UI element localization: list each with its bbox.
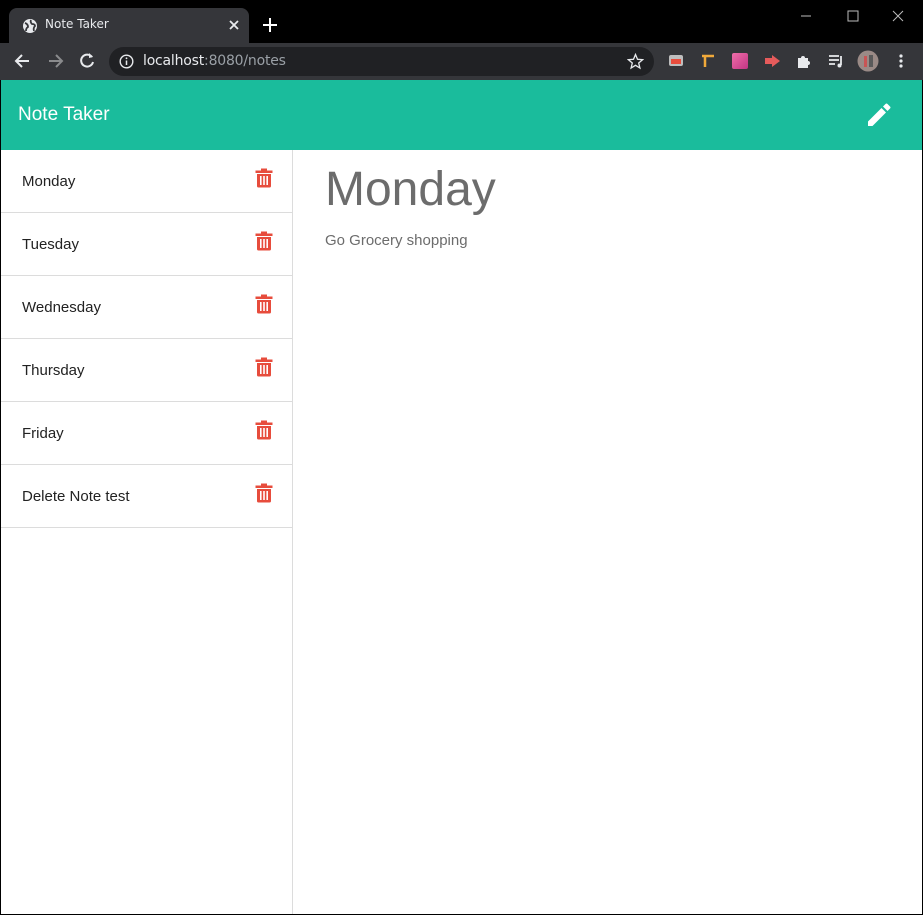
extension-play-icon[interactable]	[763, 52, 781, 70]
note-list-label: Monday	[22, 173, 76, 190]
note-editor: Monday Go Grocery shopping	[294, 150, 922, 914]
note-list-label: Tuesday	[22, 236, 79, 253]
pencil-icon[interactable]	[865, 101, 893, 129]
note-list-label: Thursday	[22, 362, 85, 379]
extension-tag-icon[interactable]	[699, 52, 717, 70]
note-title[interactable]: Monday	[325, 162, 496, 217]
profile-avatar-icon[interactable]	[857, 50, 879, 72]
trash-icon[interactable]	[255, 357, 273, 377]
bookmark-star-icon[interactable]	[627, 53, 644, 70]
minimize-icon[interactable]	[796, 6, 816, 26]
maximize-icon[interactable]	[843, 6, 863, 26]
reload-icon[interactable]	[77, 51, 97, 71]
window-close-icon[interactable]	[888, 6, 908, 26]
media-queue-icon[interactable]	[827, 52, 845, 70]
close-icon[interactable]	[227, 18, 241, 32]
browser-toolbar: localhost:8080/notes	[0, 43, 923, 80]
note-list-label: Delete Note test	[22, 488, 130, 505]
kebab-menu-icon[interactable]	[892, 52, 910, 70]
globe-icon	[23, 19, 37, 33]
note-list-label: Friday	[22, 425, 64, 442]
trash-icon[interactable]	[255, 483, 273, 503]
forward-icon[interactable]	[45, 51, 65, 71]
trash-icon[interactable]	[255, 420, 273, 440]
app-title[interactable]: Note Taker	[18, 104, 110, 126]
list-item[interactable]: Wednesday	[1, 276, 292, 339]
browser-tab[interactable]: Note Taker	[9, 8, 249, 43]
address-bar[interactable]: localhost:8080/notes	[109, 47, 654, 76]
browser-titlebar: Note Taker	[0, 0, 923, 43]
list-item[interactable]: Tuesday	[1, 213, 292, 276]
note-list-label: Wednesday	[22, 299, 101, 316]
extension-gradient-icon[interactable]	[731, 52, 749, 70]
app-window: Note Taker Monday Tuesday Wednesday Thursda…	[1, 80, 922, 914]
puzzle-icon[interactable]	[795, 52, 813, 70]
list-item[interactable]: Friday	[1, 402, 292, 465]
info-icon[interactable]	[119, 54, 134, 69]
url-text: localhost:8080/notes	[143, 53, 286, 69]
trash-icon[interactable]	[255, 231, 273, 251]
new-tab-icon[interactable]	[261, 16, 279, 34]
trash-icon[interactable]	[255, 294, 273, 314]
list-item[interactable]: Thursday	[1, 339, 292, 402]
tab-title: Note Taker	[45, 17, 109, 31]
notes-list: Monday Tuesday Wednesday Thursday Friday Dele…	[1, 150, 293, 914]
extension-cast-icon[interactable]	[667, 52, 685, 70]
back-icon[interactable]	[13, 51, 33, 71]
trash-icon[interactable]	[255, 168, 273, 188]
note-text[interactable]: Go Grocery shopping	[325, 232, 468, 249]
list-item[interactable]: Monday	[1, 150, 292, 213]
list-item[interactable]: Delete Note test	[1, 465, 292, 528]
app-navbar: Note Taker	[1, 80, 922, 150]
